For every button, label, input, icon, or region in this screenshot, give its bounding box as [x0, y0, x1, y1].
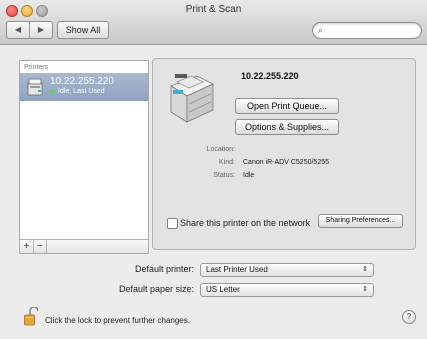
printers-list: Printers 10.22.255.220 Idle, Last Used +… — [19, 60, 149, 254]
printer-list-item-status: Idle, Last Used — [58, 88, 105, 95]
search-field[interactable]: ⌕ — [312, 22, 422, 39]
default-printer-label: Default printer: — [134, 264, 194, 274]
printer-list-item-name: 10.22.255.220 — [50, 76, 114, 87]
printer-icon — [27, 78, 43, 96]
printer-list-item[interactable]: 10.22.255.220 Idle, Last Used — [20, 73, 148, 101]
sharing-preferences-button[interactable]: Sharing Preferences... — [318, 214, 403, 228]
open-print-queue-button[interactable]: Open Print Queue... — [235, 98, 339, 114]
popup-arrows-icon: ⇕ — [362, 266, 368, 273]
remove-printer-button[interactable]: − — [33, 240, 47, 253]
title-bar: Print & Scan ◀ ▶ Show All ⌕ — [0, 0, 427, 45]
status-idle-icon — [50, 89, 55, 94]
window-title: Print & Scan — [185, 4, 242, 15]
status-value: Idle — [243, 172, 255, 179]
show-all-button[interactable]: Show All — [57, 21, 109, 39]
default-paper-size-popup[interactable]: US Letter ⇕ — [200, 283, 374, 297]
search-icon: ⌕ — [318, 25, 324, 35]
printer-image — [170, 74, 214, 123]
printer-list-toolbar: + − — [20, 239, 148, 253]
default-paper-size-value: US Letter — [206, 285, 240, 294]
kind-label: Kind: — [219, 159, 235, 166]
popup-arrows-icon: ⇕ — [362, 286, 368, 293]
print-and-scan-window: Print & Scan ◀ ▶ Show All ⌕ Printers 10.… — [0, 0, 427, 339]
search-input[interactable] — [331, 24, 419, 37]
printer-name: 10.22.255.220 — [241, 71, 299, 81]
back-forward-control: ◀ ▶ — [6, 21, 53, 39]
share-printer-checkbox[interactable] — [167, 218, 178, 229]
default-printer-popup[interactable]: Last Printer Used ⇕ — [200, 263, 374, 277]
kind-value: Canon iR-ADV C5250/5255 — [243, 159, 329, 166]
location-label: Location: — [206, 146, 235, 153]
help-button[interactable]: ? — [402, 310, 416, 324]
forward-button[interactable]: ▶ — [30, 22, 52, 38]
options-supplies-button[interactable]: Options & Supplies... — [235, 119, 339, 135]
add-printer-button[interactable]: + — [20, 240, 34, 253]
lock-icon[interactable] — [24, 307, 38, 326]
printer-details-panel: 10.22.255.220 Open Print Queue... Option… — [152, 58, 416, 250]
share-printer-label[interactable]: Share this printer on the network — [180, 218, 310, 228]
lock-message: Click the lock to prevent further change… — [45, 316, 190, 325]
printers-list-header: Printers — [24, 64, 49, 71]
status-label: Status: — [213, 172, 235, 179]
default-printer-value: Last Printer Used — [206, 265, 268, 274]
back-button[interactable]: ◀ — [7, 22, 30, 38]
default-paper-size-label: Default paper size: — [118, 284, 194, 294]
